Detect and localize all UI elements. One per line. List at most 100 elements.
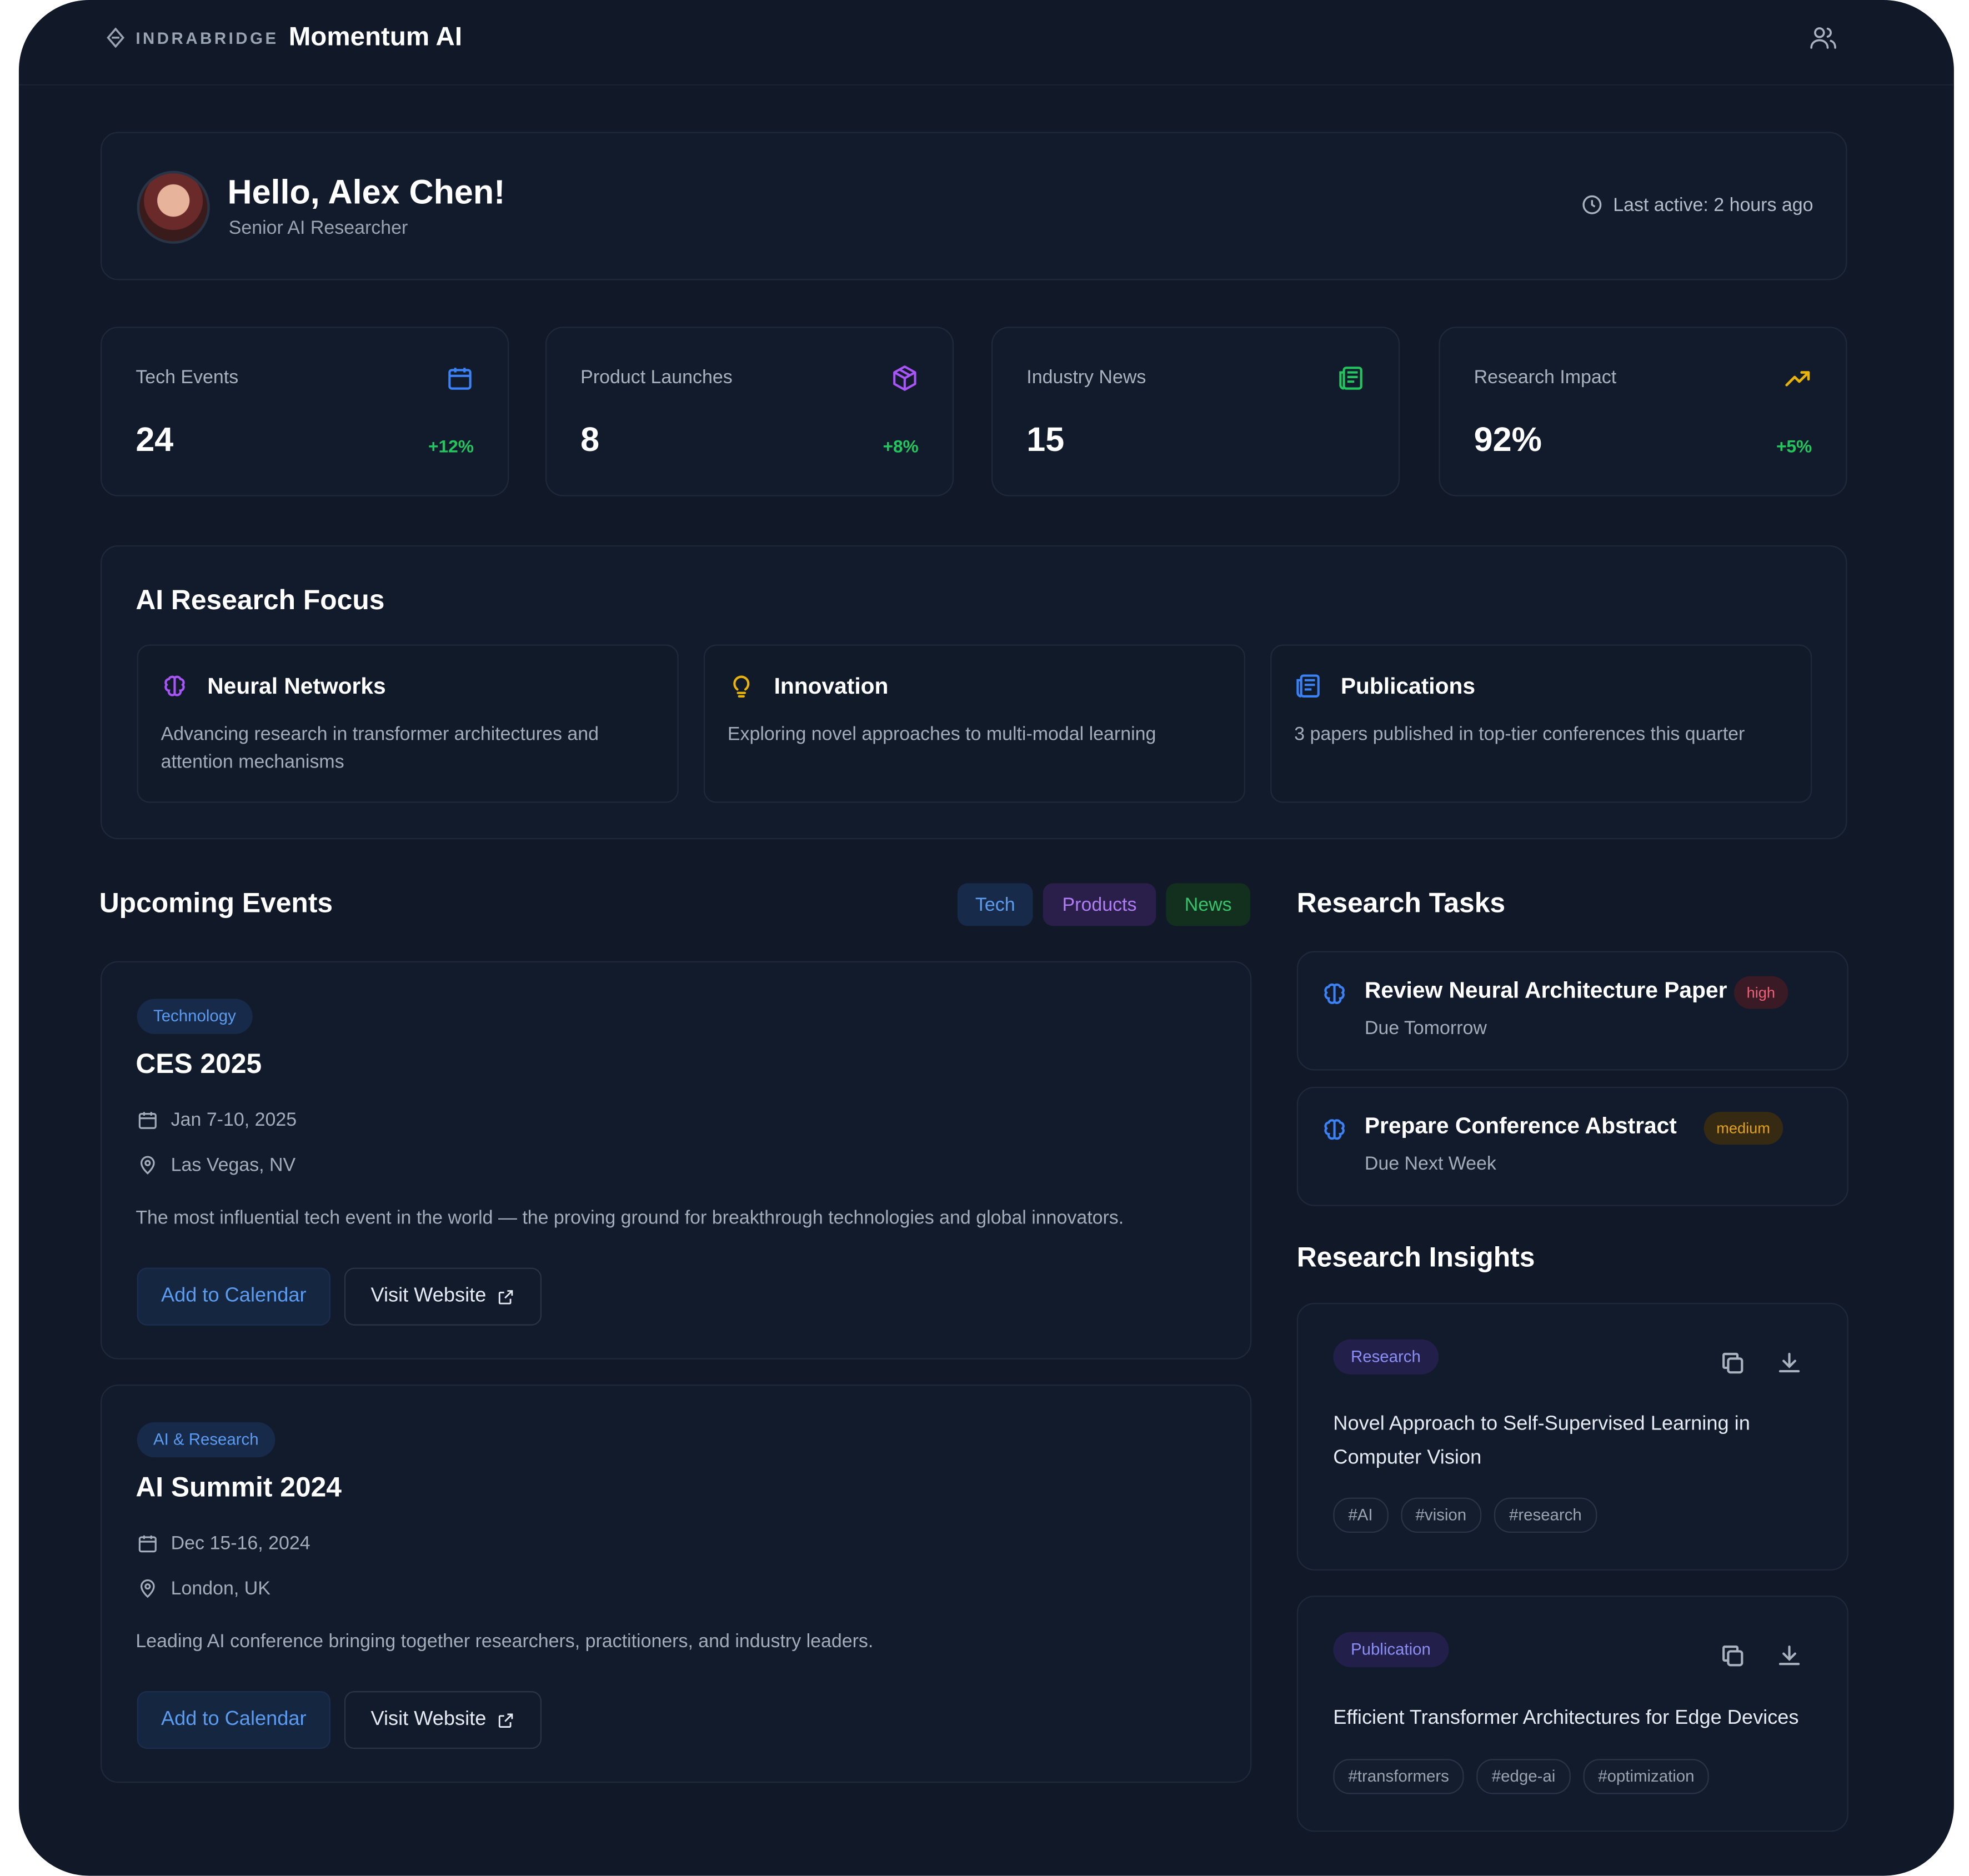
brand-wordmark: INDRABRIDGE — [136, 28, 279, 47]
stat-label: Product Launches — [580, 367, 733, 389]
add-to-calendar-button[interactable]: Add to Calendar — [137, 1691, 330, 1749]
stat-delta: +8% — [883, 436, 919, 457]
insight-tag: Publication — [1333, 1632, 1449, 1668]
focus-card-publications[interactable]: Publications 3 papers published in top-t… — [1270, 644, 1812, 803]
insight-title: Novel Approach to Self-Supervised Learni… — [1333, 1413, 1750, 1469]
profile-card: Hello, Alex Chen! Senior AI Researcher L… — [100, 132, 1847, 280]
hashtag[interactable]: #optimization — [1583, 1759, 1710, 1794]
stat-value: 24 — [136, 420, 174, 459]
event-card-ces-2025[interactable]: Technology CES 2025 Jan 7-10, 2025 Las V… — [100, 961, 1252, 1360]
insight-tag: Research — [1333, 1339, 1439, 1375]
focus-title: Publications — [1340, 673, 1475, 699]
event-location-text: Las Vegas, NV — [171, 1155, 296, 1176]
copy-icon[interactable] — [1719, 1642, 1747, 1670]
insights-title: Research Insights — [1296, 1241, 1535, 1273]
user-role: Senior AI Researcher — [228, 217, 408, 239]
section-title: AI Research Focus — [136, 584, 385, 616]
filter-tech[interactable]: Tech — [957, 883, 1033, 926]
filter-products[interactable]: Products — [1043, 883, 1156, 926]
stat-card-product-launches[interactable]: Product Launches 8 +8% — [545, 327, 954, 496]
filter-news[interactable]: News — [1166, 883, 1250, 926]
event-title: AI Summit 2024 — [136, 1471, 342, 1503]
hashtag[interactable]: #edge-ai — [1476, 1759, 1571, 1794]
insight-tags: #AI #vision #research — [1333, 1497, 1597, 1533]
priority-badge: medium — [1704, 1112, 1783, 1145]
calendar-icon — [448, 368, 472, 390]
external-link-icon — [498, 1713, 513, 1727]
brain-icon — [164, 675, 185, 696]
download-icon[interactable] — [1776, 1350, 1803, 1377]
insight-card[interactable]: Publication Efficient Transformer Archit… — [1296, 1596, 1848, 1832]
visit-website-button[interactable]: Visit Website — [344, 1691, 542, 1749]
calendar-icon — [138, 1112, 157, 1129]
event-desc: Leading AI conference bringing together … — [136, 1631, 874, 1652]
insight-card[interactable]: Research Novel Approach to Self-Supervis… — [1296, 1303, 1848, 1571]
download-icon[interactable] — [1776, 1642, 1803, 1670]
stat-label: Industry News — [1026, 367, 1146, 389]
event-location: Las Vegas, NV — [137, 1155, 296, 1176]
event-desc: The most influential tech event in the w… — [136, 1207, 1124, 1229]
add-to-calendar-button[interactable]: Add to Calendar — [137, 1267, 330, 1326]
priority-badge: high — [1733, 976, 1788, 1009]
greeting: Hello, Alex Chen! — [227, 173, 505, 212]
stat-value: 92% — [1474, 420, 1542, 459]
stat-value: 8 — [580, 420, 600, 459]
focus-card-neural-networks[interactable]: Neural Networks Advancing research in tr… — [137, 644, 679, 803]
focus-desc: 3 papers published in top-tier conferenc… — [1294, 724, 1745, 745]
map-pin-icon — [141, 1579, 155, 1598]
tasks-title: Research Tasks — [1296, 887, 1506, 919]
brand[interactable]: INDRABRIDGE Momentum AI — [106, 23, 462, 53]
app-name: Momentum AI — [288, 22, 463, 52]
stat-card-tech-events[interactable]: Tech Events 24 +12% — [100, 327, 509, 496]
users-icon[interactable] — [1808, 23, 1838, 53]
logo-icon — [107, 27, 125, 48]
stat-card-industry-news[interactable]: Industry News 15 — [991, 327, 1400, 496]
insight-title: Efficient Transformer Architectures for … — [1333, 1707, 1799, 1729]
external-link-icon — [498, 1289, 513, 1304]
trending-up-icon — [1785, 371, 1810, 387]
stat-delta: +12% — [428, 436, 474, 457]
hashtag[interactable]: #vision — [1400, 1497, 1482, 1533]
events-title: Upcoming Events — [99, 887, 333, 919]
event-tag: AI & Research — [137, 1422, 275, 1458]
task-title: Prepare Conference Abstract — [1364, 1113, 1677, 1138]
event-date-text: Dec 15-16, 2024 — [171, 1533, 310, 1554]
copy-icon[interactable] — [1719, 1350, 1747, 1377]
stat-label: Research Impact — [1474, 367, 1617, 389]
newspaper-icon — [1296, 674, 1320, 698]
map-pin-icon — [141, 1156, 155, 1175]
event-location: London, UK — [137, 1578, 270, 1599]
stat-value: 15 — [1026, 420, 1065, 459]
focus-title: Innovation — [774, 673, 889, 699]
task-item[interactable]: Prepare Conference Abstract medium Due N… — [1296, 1086, 1848, 1206]
insight-tags: #transformers #edge-ai #optimization — [1333, 1759, 1710, 1794]
focus-card-innovation[interactable]: Innovation Exploring novel approaches to… — [703, 644, 1245, 803]
dashboard-window: INDRABRIDGE Momentum AI Hello, Alex Chen… — [18, 0, 1954, 1876]
event-date-text: Jan 7-10, 2025 — [171, 1109, 297, 1131]
hashtag[interactable]: #research — [1494, 1497, 1597, 1533]
task-due: Due Next Week — [1364, 1153, 1496, 1175]
hashtag[interactable]: #transformers — [1333, 1759, 1465, 1794]
research-focus-panel: AI Research Focus Neural Networks Advanc… — [100, 545, 1847, 840]
event-date: Jan 7-10, 2025 — [137, 1110, 297, 1131]
brain-icon — [1324, 1119, 1345, 1140]
package-icon — [893, 365, 916, 391]
last-active-text: Last active: 2 hours ago — [1613, 194, 1813, 215]
task-title: Review Neural Architecture Paper — [1364, 977, 1727, 1003]
focus-title: Neural Networks — [207, 673, 386, 699]
hashtag[interactable]: #AI — [1333, 1497, 1388, 1533]
clock-icon — [1582, 195, 1601, 214]
visit-website-button[interactable]: Visit Website — [344, 1267, 542, 1326]
avatar[interactable] — [137, 170, 210, 244]
lightbulb-icon — [733, 675, 750, 698]
last-active: Last active: 2 hours ago — [1580, 193, 1813, 216]
event-title: CES 2025 — [136, 1047, 262, 1080]
newspaper-icon — [1339, 367, 1362, 390]
task-item[interactable]: Review Neural Architecture Paper high Du… — [1296, 951, 1848, 1071]
focus-desc: Advancing research in transformer archit… — [161, 724, 599, 773]
stat-card-research-impact[interactable]: Research Impact 92% +5% — [1439, 327, 1847, 496]
top-bar: INDRABRIDGE Momentum AI — [18, 0, 1954, 86]
visit-website-label: Visit Website — [370, 1285, 487, 1307]
event-card-ai-summit-2024[interactable]: AI & Research AI Summit 2024 Dec 15-16, … — [100, 1385, 1252, 1783]
stat-delta: +5% — [1776, 436, 1812, 457]
